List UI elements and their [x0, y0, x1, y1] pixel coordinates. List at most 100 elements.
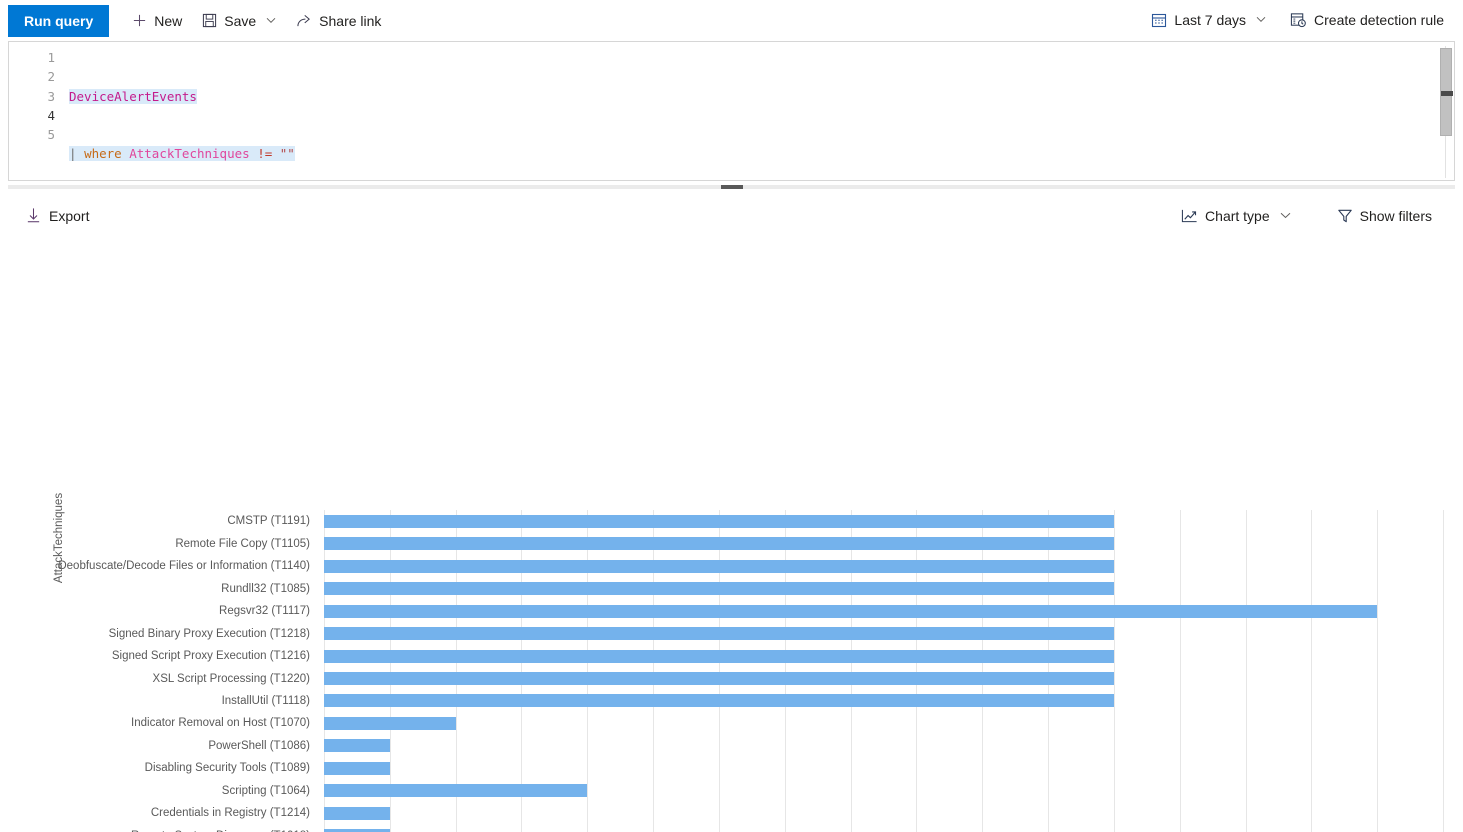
new-button[interactable]: New [123, 5, 191, 37]
chart-type-button[interactable]: Chart type [1172, 200, 1300, 232]
bar[interactable] [324, 627, 1114, 640]
bar-row[interactable] [324, 510, 1443, 532]
bar-row[interactable] [324, 577, 1443, 599]
bar-row[interactable] [324, 622, 1443, 644]
export-button-label: Export [49, 208, 89, 224]
query-editor[interactable]: 1 2 3 4 5 DeviceAlertEvents | where Atta… [8, 41, 1455, 181]
share-link-label: Share link [319, 13, 381, 29]
export-button[interactable]: Export [16, 200, 98, 232]
share-link-button[interactable]: Share link [287, 5, 390, 37]
y-axis-tick-label: Indicator Removal on Host (T1070) [0, 712, 318, 734]
line-number: 3 [9, 87, 55, 106]
results-toolbar-right: Chart type Show filters [1172, 200, 1441, 232]
editor-body[interactable]: 1 2 3 4 5 DeviceAlertEvents | where Atta… [9, 42, 1454, 181]
save-button[interactable]: Save [193, 5, 285, 37]
bar-row[interactable] [324, 667, 1443, 689]
bar[interactable] [324, 605, 1377, 618]
bar[interactable] [324, 560, 1114, 573]
plus-icon [132, 13, 147, 28]
splitter-grip-handle[interactable] [721, 185, 743, 189]
chart-type-label: Chart type [1205, 208, 1270, 224]
bar[interactable] [324, 537, 1114, 550]
run-query-button[interactable]: Run query [8, 5, 109, 37]
results-toolbar: Export Chart type Show filters [0, 193, 1463, 238]
bar[interactable] [324, 762, 390, 775]
bar-row[interactable] [324, 645, 1443, 667]
bar-row[interactable] [324, 825, 1443, 832]
plot-area [324, 510, 1443, 832]
y-axis-tick-label: Remote System Discovery (T1018) [0, 825, 318, 832]
bar-row[interactable] [324, 555, 1443, 577]
y-axis-tick-label: PowerShell (T1086) [0, 735, 318, 757]
bar[interactable] [324, 784, 587, 797]
show-filters-label: Show filters [1360, 208, 1432, 224]
results-toolbar-left: Export [16, 200, 98, 232]
y-axis-tick-label: Disabling Security Tools (T1089) [0, 757, 318, 779]
token-keyword-where: where [84, 146, 122, 161]
token-string: "" [280, 146, 295, 161]
line-number: 2 [9, 67, 55, 86]
bar[interactable] [324, 582, 1114, 595]
y-axis-tick-label: Signed Binary Proxy Execution (T1218) [0, 622, 318, 644]
chart-line-icon [1181, 208, 1198, 224]
chevron-down-icon[interactable] [1256, 15, 1266, 25]
bar[interactable] [324, 807, 390, 820]
bar[interactable] [324, 739, 390, 752]
chevron-down-icon[interactable] [1280, 211, 1291, 221]
bar-row[interactable] [324, 780, 1443, 802]
token-table-name: DeviceAlertEvents [69, 89, 197, 104]
line-number: 4 [9, 106, 55, 125]
bar-row[interactable] [324, 600, 1443, 622]
detection-rule-icon [1290, 12, 1307, 28]
token-pipe: | [69, 146, 77, 161]
show-filters-button[interactable]: Show filters [1328, 200, 1441, 232]
bar[interactable] [324, 650, 1114, 663]
code-content[interactable]: DeviceAlertEvents | where AttackTechniqu… [65, 48, 1454, 181]
bar-chart: AttackTechniques CMSTP (T1191)Remote Fil… [0, 238, 1463, 832]
toolbar-left-group: New Save Share link [123, 5, 390, 37]
bar[interactable] [324, 717, 456, 730]
y-axis-tick-label: Remote File Copy (T1105) [0, 532, 318, 554]
export-download-icon [25, 207, 42, 224]
bar[interactable] [324, 515, 1114, 528]
scrollbar-thumb[interactable] [1440, 48, 1452, 136]
save-disk-icon [202, 13, 217, 28]
y-axis-tick-label: Deobfuscate/Decode Files or Information … [0, 555, 318, 577]
bar-row[interactable] [324, 690, 1443, 712]
code-line-2[interactable]: | where AttackTechniques != "" [65, 144, 1454, 163]
create-detection-rule-button[interactable]: Create detection rule [1281, 4, 1453, 36]
top-toolbar: Run query New Save Share link [0, 0, 1463, 41]
line-number-gutter: 1 2 3 4 5 [9, 48, 65, 181]
y-axis-tick-label: Signed Script Proxy Execution (T1216) [0, 645, 318, 667]
y-axis-tick-label: Regsvr32 (T1117) [0, 600, 318, 622]
line-number: 5 [9, 125, 55, 144]
bar-row[interactable] [324, 735, 1443, 757]
token-column: AttackTechniques [129, 146, 249, 161]
bar-rows [324, 510, 1443, 832]
code-line-1[interactable]: DeviceAlertEvents [65, 87, 1454, 106]
filter-funnel-icon [1337, 208, 1353, 224]
editor-vertical-scrollbar[interactable] [1440, 46, 1452, 178]
bar-row[interactable] [324, 757, 1443, 779]
calendar-icon [1151, 12, 1167, 28]
y-axis-tick-label: InstallUtil (T1118) [0, 690, 318, 712]
share-icon [296, 13, 312, 28]
toolbar-right-group: Last 7 days Create detection rule [1142, 4, 1453, 36]
grid-line [1443, 510, 1444, 832]
time-range-picker[interactable]: Last 7 days [1142, 4, 1275, 36]
save-button-label: Save [224, 13, 256, 29]
chevron-down-icon[interactable] [266, 16, 276, 26]
bar-row[interactable] [324, 802, 1443, 824]
bar[interactable] [324, 672, 1114, 685]
y-axis-tick-label: Credentials in Registry (T1214) [0, 802, 318, 824]
editor-results-splitter[interactable] [0, 181, 1463, 193]
scrollbar-thumb-notch [1441, 91, 1453, 96]
time-range-label: Last 7 days [1174, 12, 1246, 28]
y-axis-tick-label: Scripting (T1064) [0, 780, 318, 802]
bar[interactable] [324, 694, 1114, 707]
line-number: 1 [9, 48, 55, 67]
y-axis-tick-label: Rundll32 (T1085) [0, 577, 318, 599]
bar-row[interactable] [324, 532, 1443, 554]
y-axis-tick-labels: CMSTP (T1191)Remote File Copy (T1105)Deo… [0, 510, 318, 832]
bar-row[interactable] [324, 712, 1443, 734]
